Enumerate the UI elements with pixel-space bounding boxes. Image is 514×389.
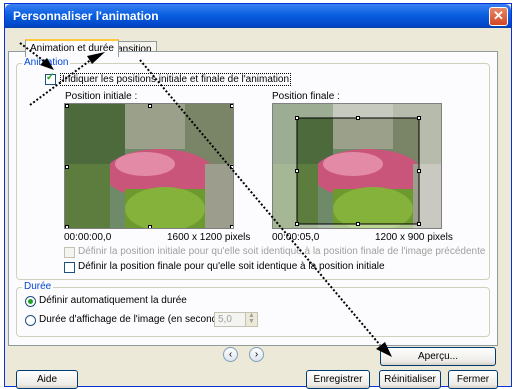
arrow-head-1 [40, 58, 54, 70]
annotation-arrows [19, 42, 392, 357]
arrow-head-2 [87, 52, 105, 64]
arrow-head-3 [376, 342, 392, 357]
